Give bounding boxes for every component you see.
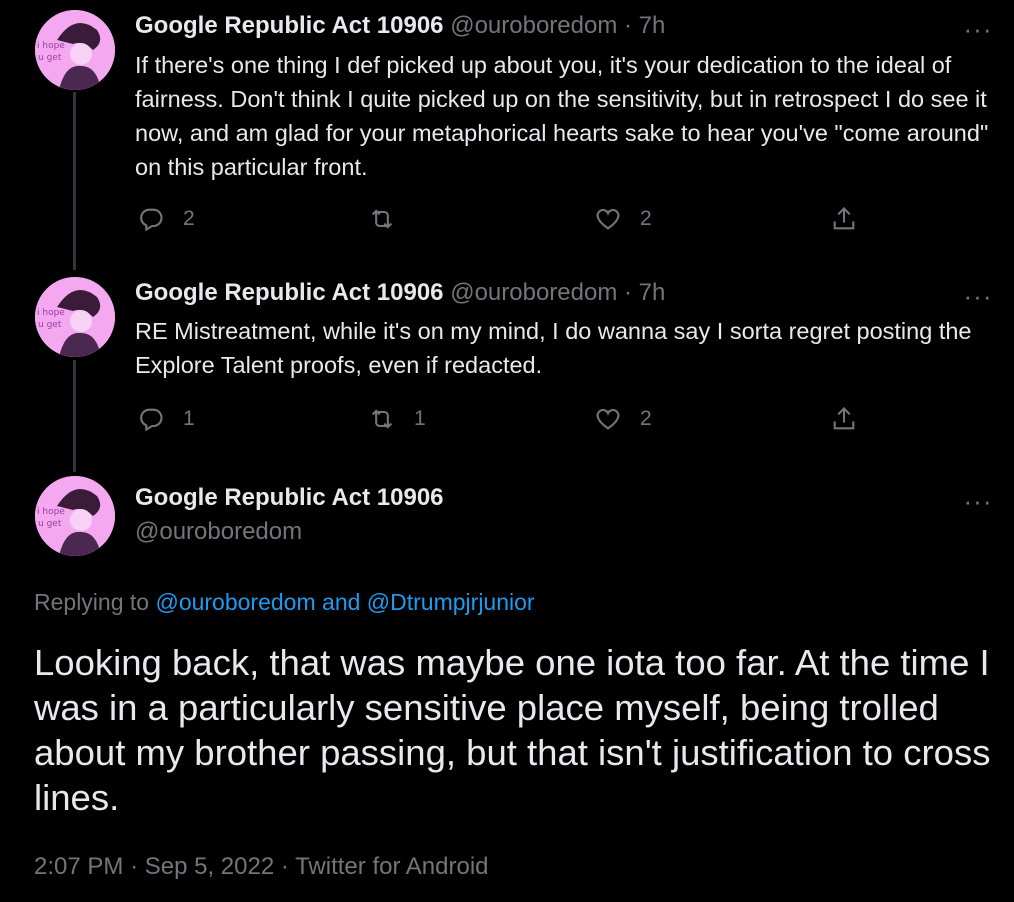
- svg-text:u get: u get: [38, 519, 62, 529]
- reply-button[interactable]: 1: [137, 405, 195, 433]
- avatar[interactable]: i hope u get: [35, 277, 115, 357]
- like-count: 2: [640, 407, 652, 430]
- like-count: 2: [640, 207, 652, 230]
- like-icon: [596, 208, 620, 230]
- avatar[interactable]: i hope u get: [35, 476, 115, 556]
- tweet-text: RE Mistreatment, while it's on my mind, …: [135, 318, 972, 378]
- reply-icon: [140, 408, 163, 432]
- user-handle[interactable]: @ouroboredom: [450, 12, 617, 39]
- share-icon: [833, 207, 855, 230]
- display-name[interactable]: Google Republic Act 10906: [135, 279, 444, 306]
- retweet-button[interactable]: [368, 205, 414, 233]
- retweet-count: 1: [414, 407, 426, 430]
- user-handle[interactable]: @ouroboredom: [450, 279, 617, 306]
- svg-text:u get: u get: [38, 53, 62, 63]
- separator: ·: [130, 853, 139, 880]
- avatar-image: i hope u get: [35, 277, 115, 357]
- more-icon[interactable]: ···: [958, 283, 998, 311]
- user-handle[interactable]: @ouroboredom: [135, 518, 302, 545]
- more-icon[interactable]: ···: [958, 16, 998, 44]
- tweet-header: Google Republic Act 10906 @ouroboredom ·…: [135, 12, 665, 40]
- separator: ·: [280, 853, 289, 880]
- svg-text:u get: u get: [38, 320, 62, 330]
- display-name[interactable]: Google Republic Act 10906: [135, 12, 444, 39]
- reply-icon: [140, 208, 163, 232]
- svg-text:i hope: i hope: [37, 41, 65, 51]
- mention-link[interactable]: @ouroboredom: [155, 589, 315, 615]
- reply-count: 2: [183, 207, 195, 230]
- thread-line: [73, 92, 76, 270]
- more-icon[interactable]: ···: [958, 488, 998, 516]
- reply-count: 1: [183, 407, 195, 430]
- tweet-meta: 2:07 PM · Sep 5, 2022 · Twitter for Andr…: [34, 852, 489, 882]
- avatar[interactable]: i hope u get: [35, 10, 115, 90]
- retweet-icon: [371, 409, 393, 429]
- avatar-image: i hope u get: [35, 10, 115, 90]
- mention-link[interactable]: @Dtrumpjrjunior: [367, 589, 535, 615]
- retweet-button[interactable]: 1: [368, 405, 426, 433]
- display-name[interactable]: Google Republic Act 10906: [135, 484, 444, 511]
- share-button[interactable]: [830, 205, 858, 233]
- share-button[interactable]: [830, 405, 858, 433]
- tweet-time[interactable]: 2:07 PM: [34, 853, 123, 880]
- tweet-time[interactable]: 7h: [639, 279, 666, 306]
- tweet-time[interactable]: 7h: [639, 12, 666, 39]
- replying-prefix: Replying to: [34, 589, 150, 615]
- mention-and[interactable]: and: [322, 589, 360, 615]
- svg-text:i hope: i hope: [37, 308, 65, 318]
- like-icon: [596, 408, 620, 430]
- like-button[interactable]: 2: [594, 205, 652, 233]
- retweet-icon: [371, 209, 393, 229]
- reply-button[interactable]: 2: [137, 205, 195, 233]
- tweet-thread: i hope u get Google Republic Act 10906 @…: [0, 0, 1014, 902]
- replying-to: Replying to @ouroboredom and @Dtrumpjrju…: [34, 588, 535, 616]
- thread-line: [73, 360, 76, 472]
- main-tweet-text: Looking back, that was maybe one iota to…: [34, 642, 991, 818]
- svg-text:i hope: i hope: [37, 507, 65, 517]
- tweet-header: Google Republic Act 10906 @ouroboredom ·…: [135, 279, 665, 307]
- separator: ·: [624, 279, 632, 306]
- like-button[interactable]: 2: [594, 405, 652, 433]
- avatar-image: i hope u get: [35, 476, 115, 556]
- share-icon: [833, 407, 855, 430]
- tweet-date[interactable]: Sep 5, 2022: [145, 853, 274, 880]
- tweet-source: Twitter for Android: [295, 853, 489, 880]
- main-handle-row: @ouroboredom: [135, 518, 302, 546]
- separator: ·: [624, 12, 632, 39]
- main-display-name-row: Google Republic Act 10906: [135, 484, 444, 512]
- tweet-text: If there's one thing I def picked up abo…: [135, 52, 989, 180]
